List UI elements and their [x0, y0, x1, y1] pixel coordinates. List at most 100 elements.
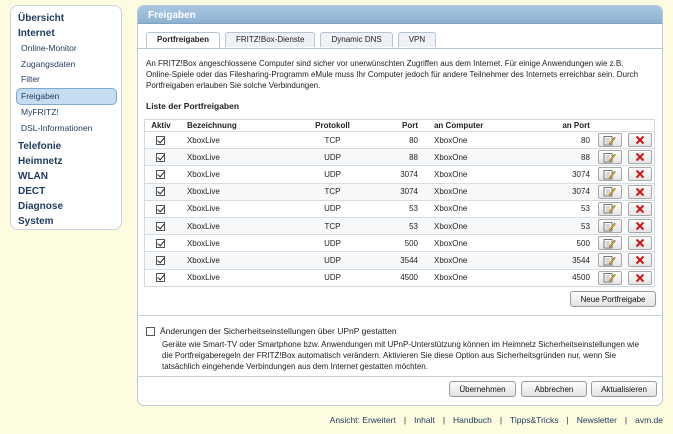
cell-computer: XboxOne: [433, 273, 468, 283]
table-header: Aktiv Bezeichnung Protokoll Port an Comp…: [145, 120, 654, 131]
refresh-button[interactable]: Aktualisieren: [591, 381, 657, 397]
sidebar-nav: Übersicht Internet Online-Monitor Zugangsda…: [10, 5, 122, 230]
tab-fritzbox-dienste[interactable]: FRITZ!Box-Dienste: [225, 32, 316, 47]
cell-bezeichnung: XboxLive: [186, 238, 220, 248]
edit-icon: [603, 255, 617, 266]
cell-computer: XboxOne: [433, 238, 468, 248]
sidebar-item-zugangsdaten[interactable]: Zugangsdaten: [11, 57, 117, 73]
sidebar-item-internet[interactable]: Internet: [11, 26, 121, 41]
footer-link[interactable]: Handbuch: [453, 415, 492, 425]
row-active-checkbox[interactable]: [156, 170, 166, 180]
sidebar-item-system[interactable]: System: [11, 214, 121, 229]
sidebar-item-myfritz[interactable]: MyFRITZ!: [11, 105, 117, 121]
row-active-checkbox[interactable]: [156, 152, 166, 162]
delete-button[interactable]: [627, 184, 652, 199]
row-active-checkbox[interactable]: [156, 135, 166, 145]
row-active-checkbox[interactable]: [156, 221, 166, 231]
delete-button[interactable]: [627, 270, 652, 285]
delete-button[interactable]: [627, 219, 652, 234]
table-row: XboxLive UDP 4500 XboxOne 4500: [145, 268, 654, 286]
footer-separator: |: [624, 415, 628, 425]
sidebar-item-telefonie[interactable]: Telefonie: [11, 139, 121, 154]
table-row: XboxLive UDP 3074 XboxOne 3074: [145, 165, 654, 183]
sidebar-item-online-monitor[interactable]: Online-Monitor: [11, 41, 117, 57]
cell-protokoll: TCP: [324, 221, 341, 231]
cell-port: 88: [409, 152, 418, 162]
header-aktiv: Aktiv: [151, 121, 171, 130]
delete-icon: [635, 273, 645, 283]
list-title: Liste der Portfreigaben: [146, 101, 240, 111]
main-panel: Freigaben Portfreigaben FRITZ!Box-Dienst…: [137, 5, 663, 406]
footer-separator: |: [566, 415, 569, 425]
cell-protokoll: TCP: [324, 135, 341, 145]
edit-icon: [603, 152, 617, 163]
delete-icon: [635, 152, 645, 162]
new-portfreigabe-button[interactable]: Neue Portfreigabe: [570, 291, 656, 307]
cell-bezeichnung: XboxLive: [186, 273, 220, 283]
delete-button[interactable]: [627, 167, 652, 182]
table-row: XboxLive UDP 53 XboxOne 53: [145, 199, 654, 217]
cell-an-port: 53: [581, 221, 590, 231]
cell-computer: XboxOne: [433, 152, 468, 162]
tab-vpn[interactable]: VPN: [397, 32, 437, 47]
cancel-button[interactable]: Abbrechen: [521, 381, 587, 397]
edit-button[interactable]: [597, 253, 622, 268]
delete-icon: [635, 169, 645, 179]
row-active-checkbox[interactable]: [156, 238, 166, 248]
delete-button[interactable]: [627, 133, 652, 148]
footer-link[interactable]: Tipps&Tricks: [510, 415, 559, 425]
edit-button[interactable]: [597, 219, 622, 234]
footer-link[interactable]: Inhalt: [414, 415, 435, 425]
edit-button[interactable]: [597, 201, 622, 216]
apply-button[interactable]: Übernehmen: [449, 381, 516, 397]
edit-button[interactable]: [597, 270, 622, 285]
edit-button[interactable]: [597, 150, 622, 165]
edit-icon: [603, 203, 617, 214]
delete-button[interactable]: [627, 201, 652, 216]
upnp-checkbox[interactable]: [146, 326, 155, 336]
cell-bezeichnung: XboxLive: [186, 152, 220, 162]
row-active-checkbox[interactable]: [156, 187, 166, 197]
row-active-checkbox[interactable]: [156, 273, 166, 283]
row-active-checkbox[interactable]: [156, 204, 166, 214]
upnp-option[interactable]: Änderungen der Sicherheitseinstellungen …: [146, 326, 397, 336]
edit-icon: [603, 186, 617, 197]
sidebar-item-wlan[interactable]: WLAN: [11, 169, 121, 184]
header-protokoll: Protokoll: [315, 121, 350, 130]
cell-port: 53: [409, 204, 418, 214]
tab-divider: [138, 48, 662, 49]
sidebar-item-dect[interactable]: DECT: [11, 184, 121, 199]
cell-computer: XboxOne: [433, 221, 468, 231]
sidebar-item-filter[interactable]: Filter: [11, 72, 117, 88]
sidebar-item-dsl-informationen[interactable]: DSL-Informationen: [11, 121, 117, 137]
sidebar-item-freigaben[interactable]: Freigaben: [16, 87, 117, 105]
cell-computer: XboxOne: [433, 135, 468, 145]
footer-link[interactable]: Newsletter: [577, 415, 617, 425]
row-active-checkbox[interactable]: [156, 256, 166, 266]
tab-portfreigaben[interactable]: Portfreigaben: [146, 32, 221, 48]
footer-link[interactable]: avm.de: [635, 415, 663, 425]
divider: [138, 315, 662, 316]
footer-links: Ansicht: Erweitert | Inhalt | Handbuch | Tipps…: [0, 415, 663, 425]
cell-port: 80: [409, 135, 418, 145]
sidebar-item-heimnetz[interactable]: Heimnetz: [11, 154, 121, 169]
edit-button[interactable]: [597, 184, 622, 199]
cell-protokoll: UDP: [324, 273, 341, 283]
sidebar-item-übersicht[interactable]: Übersicht: [11, 11, 121, 26]
delete-button[interactable]: [627, 236, 652, 251]
sidebar-item-diagnose[interactable]: Diagnose: [11, 199, 121, 214]
delete-icon: [635, 204, 645, 214]
cell-port: 500: [404, 238, 418, 248]
delete-button[interactable]: [627, 253, 652, 268]
cell-bezeichnung: XboxLive: [186, 169, 220, 179]
footer-link[interactable]: Ansicht: Erweitert: [330, 415, 396, 425]
divider: [138, 376, 662, 377]
tab-dynamic-dns[interactable]: Dynamic DNS: [320, 32, 393, 47]
edit-button[interactable]: [597, 167, 622, 182]
cell-bezeichnung: XboxLive: [186, 255, 220, 265]
delete-button[interactable]: [627, 150, 652, 165]
edit-button[interactable]: [597, 133, 622, 148]
edit-button[interactable]: [597, 236, 622, 251]
cell-computer: XboxOne: [433, 187, 468, 197]
cell-an-port: 3074: [572, 187, 590, 197]
